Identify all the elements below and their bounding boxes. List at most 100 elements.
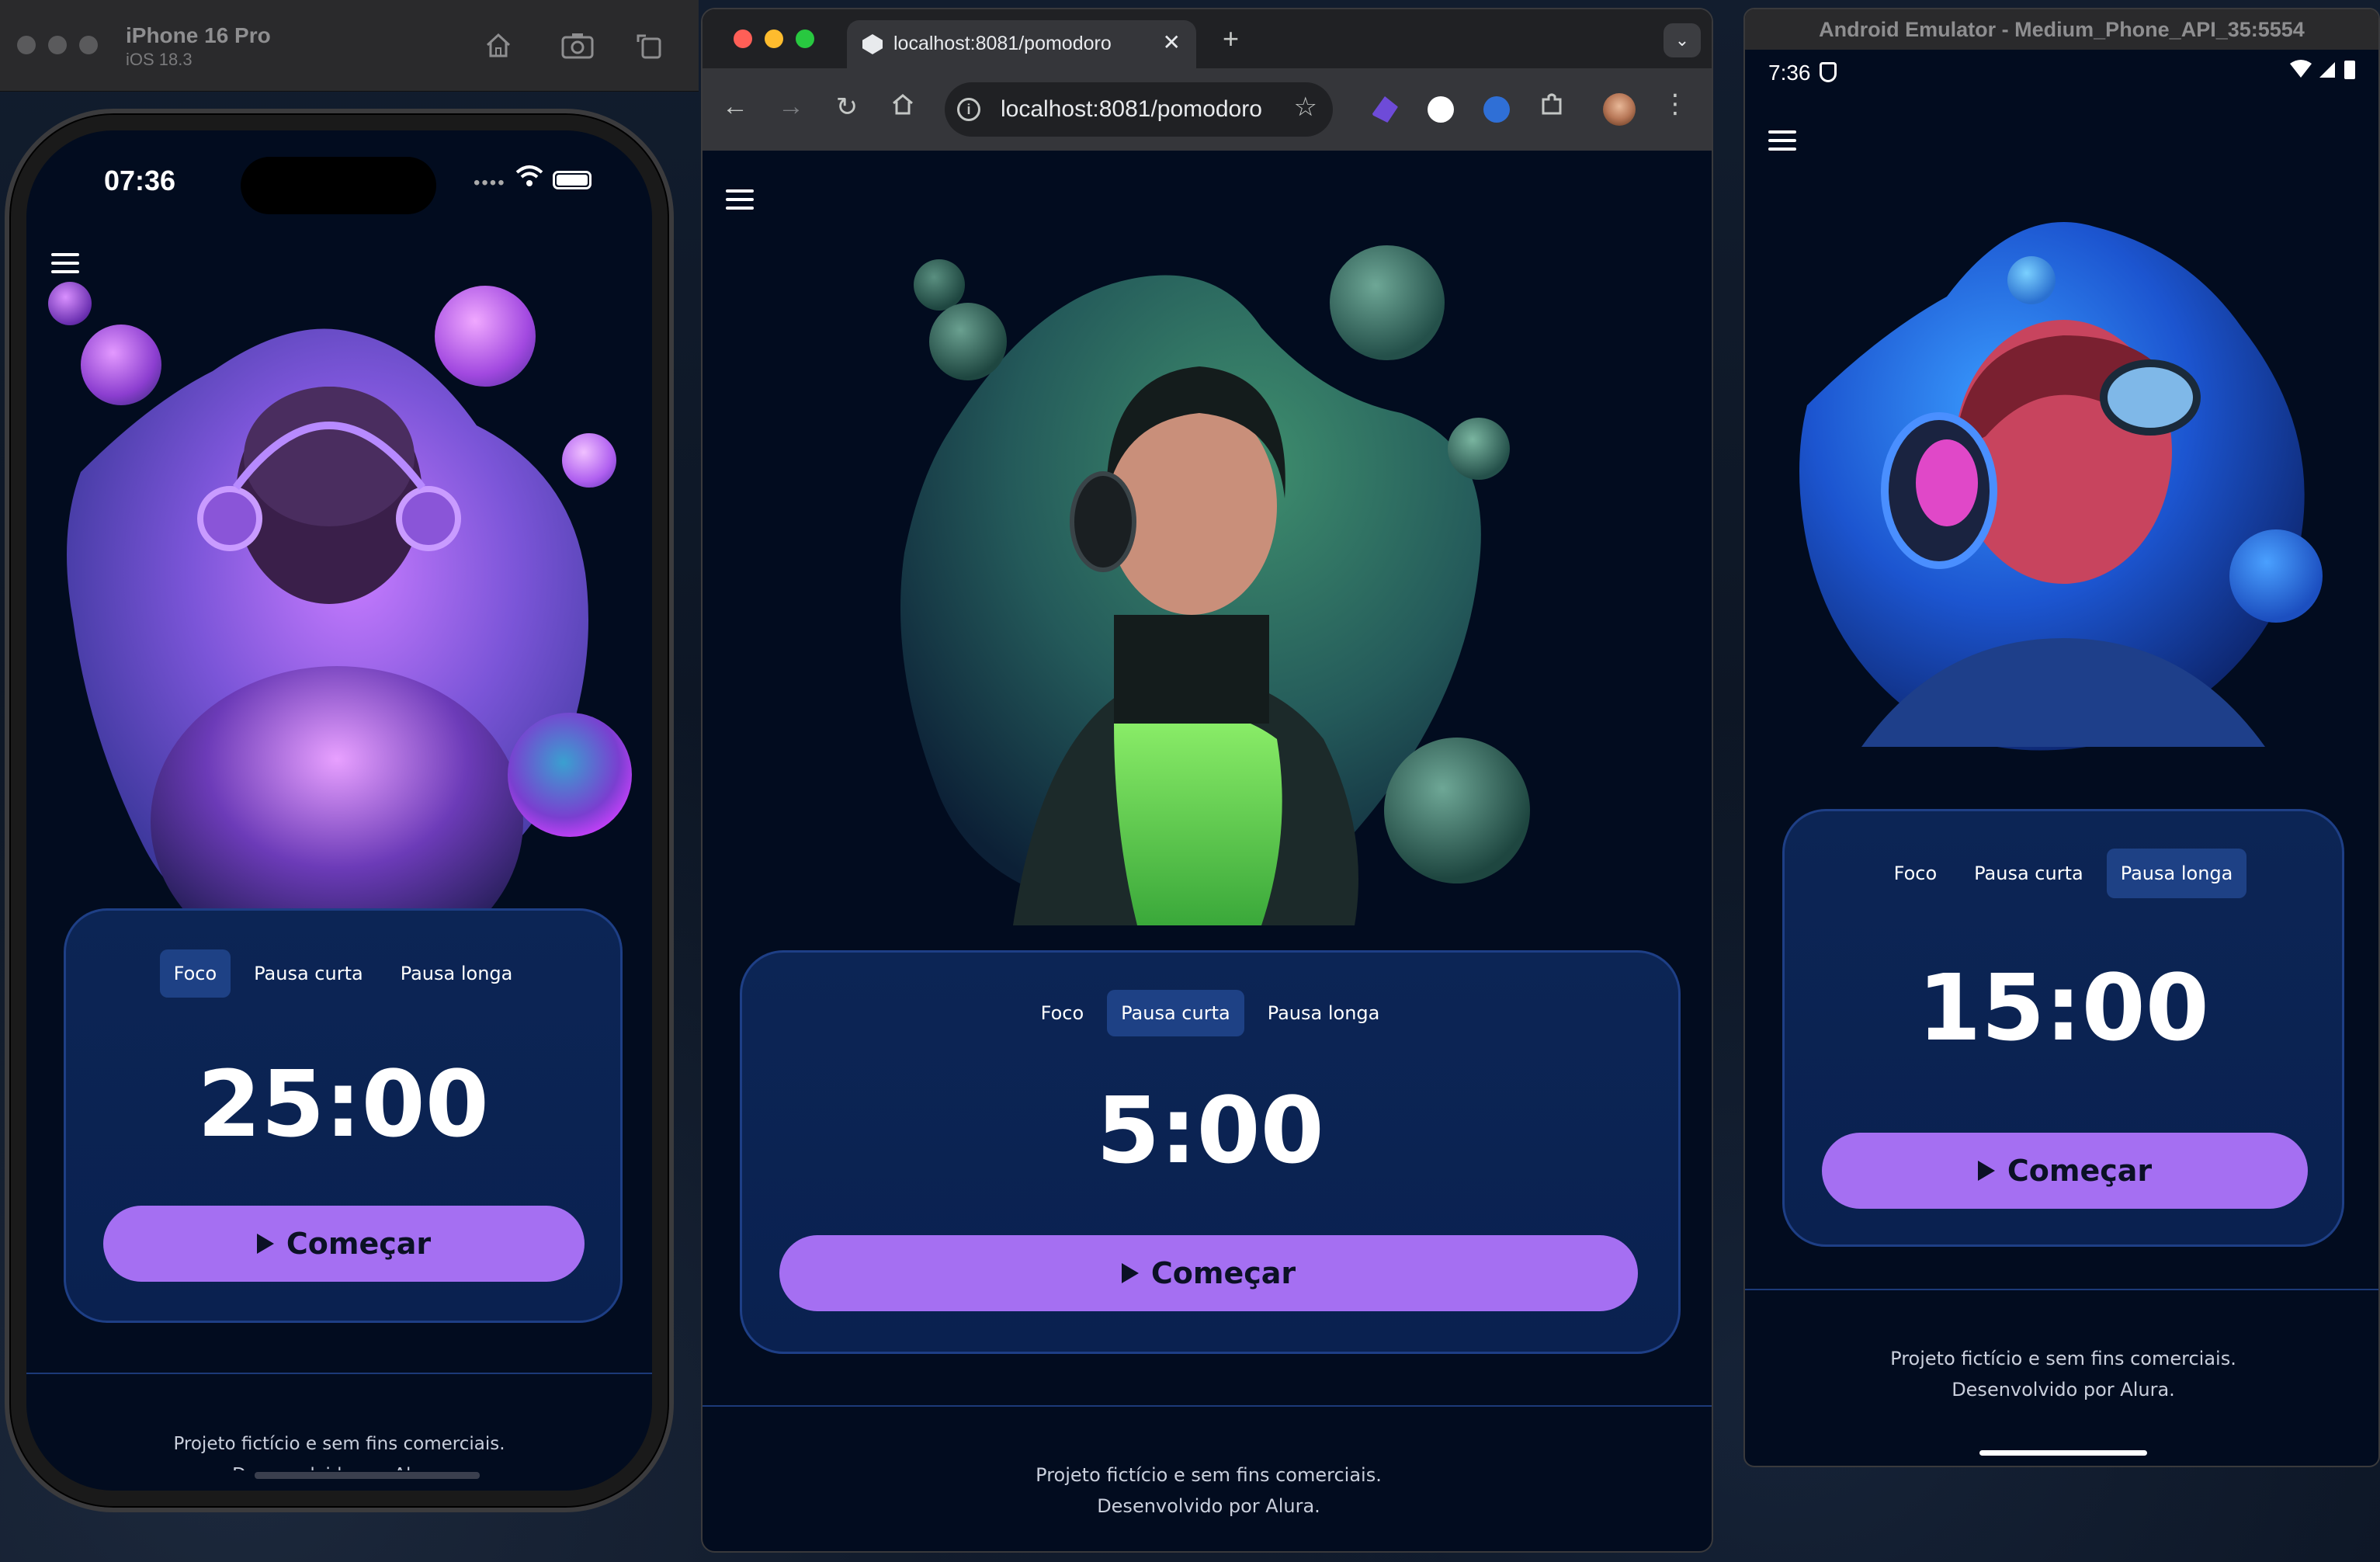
signal-dots-icon: •••• <box>474 172 506 193</box>
footer-line-2: Desenvolvido por Alura. <box>1952 1379 2175 1401</box>
bubble <box>1384 738 1530 883</box>
footer-divider <box>26 1373 652 1374</box>
tab-title: localhost:8081/pomodoro <box>893 33 1112 54</box>
start-button[interactable]: Começar <box>103 1206 585 1282</box>
status-icons <box>2288 59 2360 86</box>
zoom-window-button[interactable] <box>796 30 814 48</box>
bubble <box>929 303 1007 380</box>
timer-card: Foco Pausa curta Pausa longa 5:00 Começa… <box>740 950 1681 1354</box>
expo-favicon-icon <box>862 34 883 54</box>
menu-icon[interactable] <box>51 253 79 273</box>
play-icon <box>1977 1161 1995 1181</box>
tab-pausa-curta[interactable]: Pausa curta <box>240 949 377 998</box>
chrome-tabstrip: localhost:8081/pomodoro ✕ + ⌄ <box>703 9 1712 68</box>
menu-icon[interactable] <box>726 189 754 210</box>
hero-image <box>1799 222 2305 751</box>
bubble <box>48 282 92 325</box>
status-time: 7:36 <box>1768 61 1811 85</box>
tab-search-button[interactable]: ⌄ <box>1664 23 1701 57</box>
status-time: 07:36 <box>104 165 176 196</box>
iphone-screen: 07:36 •••• Foco Pausa curta Pausa longa … <box>26 130 652 1491</box>
footer-line-1: Projeto fictício e sem fins comerciais. <box>1036 1464 1382 1486</box>
tab-foco[interactable]: Foco <box>159 949 231 998</box>
start-button-label: Começar <box>286 1227 432 1261</box>
wifi-icon <box>515 165 543 194</box>
bubble <box>508 713 632 837</box>
battery-icon <box>553 171 592 189</box>
footer: Projeto fictício e sem fins comerciais. … <box>703 1460 1712 1522</box>
reload-icon[interactable]: ↻ <box>830 92 864 123</box>
timer-card: Foco Pausa curta Pausa longa 15:00 Começ… <box>1782 809 2344 1247</box>
bookmark-star-icon[interactable]: ☆ <box>1294 92 1317 123</box>
site-info-icon[interactable]: i <box>957 98 980 121</box>
battery-icon <box>2344 61 2355 79</box>
timer-display: 15:00 <box>1917 954 2209 1061</box>
url-text[interactable]: localhost:8081/pomodoro <box>1001 96 1262 123</box>
footer-line-2: Desenvolvido por Alura. <box>1097 1495 1320 1517</box>
start-button[interactable]: Começar <box>1822 1133 2308 1209</box>
address-bar[interactable]: i localhost:8081/pomodoro ☆ <box>945 82 1333 137</box>
chrome-toolbar: ← → ↻ i localhost:8081/pomodoro ☆ ⋮ <box>703 68 1712 151</box>
close-window-button[interactable] <box>17 36 36 54</box>
more-menu-icon[interactable]: ⋮ <box>1662 89 1688 120</box>
simulator-device-name: iPhone 16 Pro <box>126 23 271 47</box>
browser-tab[interactable]: localhost:8081/pomodoro ✕ <box>847 20 1196 68</box>
extension-puzzle-blue-icon[interactable] <box>1483 96 1510 123</box>
ios-simulator-titlebar: iPhone 16 Pro iOS 18.3 <box>0 0 699 92</box>
minimize-window-button[interactable] <box>765 30 783 48</box>
footer-divider <box>1745 1289 2378 1290</box>
menu-icon[interactable] <box>1768 130 1796 151</box>
emulator-window-title: Android Emulator - Medium_Phone_API_35:5… <box>1745 9 2378 50</box>
bubble <box>435 286 536 387</box>
bubble <box>1330 245 1445 360</box>
tab-pausa-curta[interactable]: Pausa curta <box>1107 990 1244 1036</box>
bubble <box>562 433 616 488</box>
bubble <box>1448 418 1510 480</box>
timer-display: 25:00 <box>197 1050 489 1158</box>
profile-avatar[interactable] <box>1603 93 1636 126</box>
footer-line-1: Projeto fictício e sem fins comerciais. <box>1890 1348 2236 1369</box>
back-icon[interactable]: ← <box>718 92 752 122</box>
tab-pausa-longa[interactable]: Pausa longa <box>2106 849 2247 898</box>
signal-icon <box>2319 62 2335 78</box>
footer-divider <box>703 1405 1712 1407</box>
close-window-button[interactable] <box>734 30 752 48</box>
home-icon[interactable] <box>886 92 920 123</box>
tab-pausa-curta[interactable]: Pausa curta <box>1960 849 2097 898</box>
home-indicator[interactable] <box>255 1472 480 1479</box>
close-tab-icon[interactable]: ✕ <box>1163 30 1181 55</box>
footer-line-2: Desenvolvido por Alura. <box>26 1460 652 1470</box>
rotate-icon[interactable] <box>632 30 666 64</box>
tab-foco[interactable]: Foco <box>1027 990 1098 1036</box>
bubble <box>81 325 161 405</box>
home-icon[interactable] <box>481 30 515 64</box>
extension-triangle-icon[interactable] <box>1428 96 1454 123</box>
play-icon <box>256 1234 274 1254</box>
footer: Projeto fictício e sem fins comerciais. … <box>1745 1343 2378 1405</box>
footer-line-1: Projeto fictício e sem fins comerciais. <box>173 1434 505 1454</box>
zoom-window-button[interactable] <box>79 36 98 54</box>
android-emulator-window: Android Emulator - Medium_Phone_API_35:5… <box>1743 8 2380 1467</box>
timer-card: Foco Pausa curta Pausa longa 25:00 Começ… <box>64 908 623 1323</box>
tab-foco[interactable]: Foco <box>1880 849 1952 898</box>
tab-pausa-longa[interactable]: Pausa longa <box>387 949 527 998</box>
timer-tabs: Foco Pausa curta Pausa longa <box>742 990 1678 1036</box>
screenshot-icon[interactable] <box>560 30 595 64</box>
new-tab-button[interactable]: + <box>1223 25 1239 53</box>
minimize-window-button[interactable] <box>48 36 67 54</box>
tab-pausa-longa[interactable]: Pausa longa <box>1254 990 1394 1036</box>
start-button-label: Começar <box>2007 1154 2153 1188</box>
timer-display: 5:00 <box>1096 1077 1324 1184</box>
bubble <box>2007 256 2056 304</box>
timer-tabs: Foco Pausa curta Pausa longa <box>1785 849 2342 898</box>
extension-feather-icon[interactable] <box>1372 96 1398 123</box>
extensions-icon[interactable] <box>1535 92 1569 125</box>
wifi-icon <box>2290 60 2312 78</box>
start-button[interactable]: Começar <box>779 1235 1638 1311</box>
bubble <box>914 259 965 311</box>
gesture-nav-bar[interactable] <box>1979 1450 2147 1456</box>
dynamic-island <box>241 157 436 214</box>
forward-icon[interactable]: → <box>774 92 808 122</box>
play-icon <box>1121 1263 1139 1283</box>
timer-tabs: Foco Pausa curta Pausa longa <box>66 949 620 998</box>
